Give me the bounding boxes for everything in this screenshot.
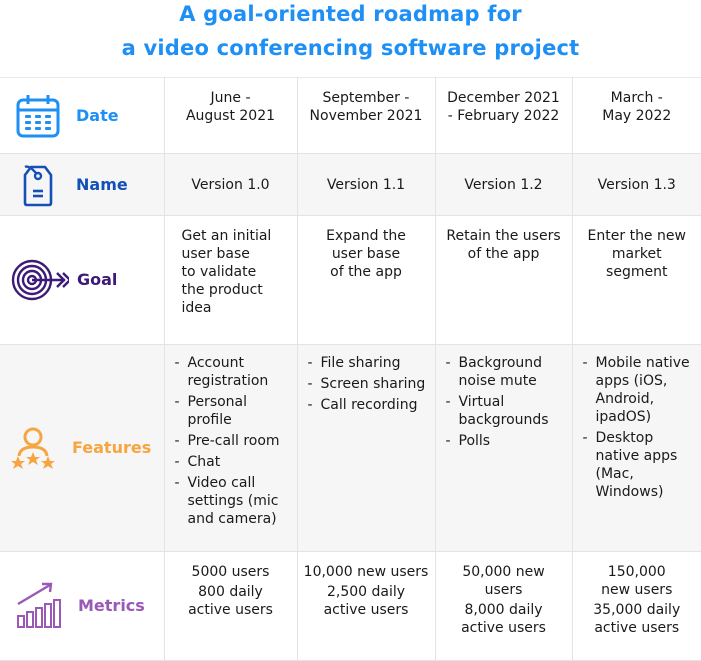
name-cell: Version 1.1 [296,153,436,216]
cell-text: 10,000 new users [303,564,429,580]
roadmap-table: Date June - August 2021 September - Novemb… [0,77,701,661]
metrics-cell: 50,000 new users 8,000 daily active users [434,551,573,661]
name-cell: Version 1.3 [571,153,701,216]
calendar-icon [14,94,62,138]
metrics-row: Metrics 5000 users 800 daily active users… [0,551,701,661]
cell-text: Get an initial [181,228,272,244]
cell-text: June - [210,90,251,106]
features-header: Features [0,344,165,552]
metrics-cell: 5000 users 800 daily active users [163,551,298,661]
goal-header: Goal [0,215,165,345]
cell-text: segment [606,264,668,280]
cell-text: - February 2022 [447,108,560,124]
cell-text: December 2021 [447,90,560,106]
features-cell: Mobile native apps (iOS, Android, ipadOS… [571,344,701,552]
features-cell: Account registration Personal profile Pr… [163,344,298,552]
target-icon [11,259,69,301]
date-row: Date June - August 2021 September - Novemb… [0,77,701,154]
feature-item: Screen sharing [302,375,431,393]
metrics-cell: 150,000 new users 35,000 daily active use… [571,551,701,661]
feature-item: Call recording [302,396,431,414]
metrics-header: Metrics [0,551,165,661]
cell-text: September - [322,90,410,106]
title-line-1: A goal-oriented roadmap for [179,2,522,26]
date-cell: March - May 2022 [571,77,701,154]
feature-item: Desktop native apps (Mac, Windows) [577,429,698,501]
feature-item: Chat [169,453,293,471]
feature-item: File sharing [302,354,431,372]
cell-text: 150,000 new users [601,564,673,598]
cell-text: Enter the new [587,228,686,244]
date-cell: December 2021 - February 2022 [434,77,573,154]
features-row: Features Account registration Personal p… [0,344,701,552]
feature-item: Virtual backgrounds [440,393,568,429]
goal-row: Goal Get an initial user base to validate t… [0,215,701,345]
page-title: A goal-oriented roadmap for a video conf… [0,0,701,65]
title-line-2: a video conferencing software project [121,36,580,60]
features-cell: Background noise mute Virtual background… [434,344,573,552]
features-cell: File sharing Screen sharing Call recordi… [296,344,436,552]
user-stars-icon [10,426,56,470]
feature-item: Mobile native apps (iOS, Android, ipadOS… [577,354,698,426]
feature-item: Personal profile [169,393,293,429]
cell-text: 35,000 daily active users [593,602,681,636]
metrics-cell: 10,000 new users 2,500 daily active users [296,551,436,661]
tag-icon [22,163,54,207]
cell-text: 2,500 daily active users [323,584,409,618]
feature-item: Background noise mute [440,354,568,390]
cell-text: August 2021 [185,108,276,124]
goal-cell: Retain the users of the app [434,215,573,345]
cell-text: of the app [467,246,540,262]
name-label: Name [76,174,128,194]
name-cell: Version 1.0 [163,153,298,216]
cell-text: of the app [330,264,402,280]
cell-text: to validate [181,264,257,280]
cell-text: May 2022 [602,108,672,124]
date-label: Date [76,105,119,125]
cell-text: Retain the users [446,228,561,244]
cell-text: idea [181,300,212,316]
goal-cell: Get an initial user base to validate the pr… [163,215,298,345]
date-cell: June - August 2021 [163,77,298,154]
date-cell: September - November 2021 [296,77,436,154]
name-cell: Version 1.2 [434,153,573,216]
cell-text: November 2021 [309,108,423,124]
date-header: Date [0,77,165,154]
goal-cell: Enter the new market segment [571,215,701,345]
feature-item: Account registration [169,354,293,390]
cell-text: 50,000 new users [462,564,545,598]
feature-item: Polls [440,432,568,450]
goal-label: Goal [77,270,118,289]
cell-text: March - [610,90,663,106]
cell-text: user base [331,246,401,262]
feature-item: Pre-call room [169,432,293,450]
cell-text: 8,000 daily active users [461,602,546,636]
growth-chart-icon [16,582,64,630]
cell-text: user base [181,246,250,262]
cell-text: the product [181,282,263,298]
feature-item: Video call settings (mic and camera) [169,474,293,528]
cell-text: 5000 users [191,564,270,580]
name-header: Name [0,153,165,216]
cell-text: 800 daily active users [188,584,273,618]
goal-cell: Expand the user base of the app [296,215,436,345]
name-row: Name Version 1.0 Version 1.1 Version 1.2… [0,153,701,216]
features-label: Features [72,438,152,457]
cell-text: Expand the [326,228,406,244]
cell-text: market [611,246,662,262]
metrics-label: Metrics [78,596,145,615]
